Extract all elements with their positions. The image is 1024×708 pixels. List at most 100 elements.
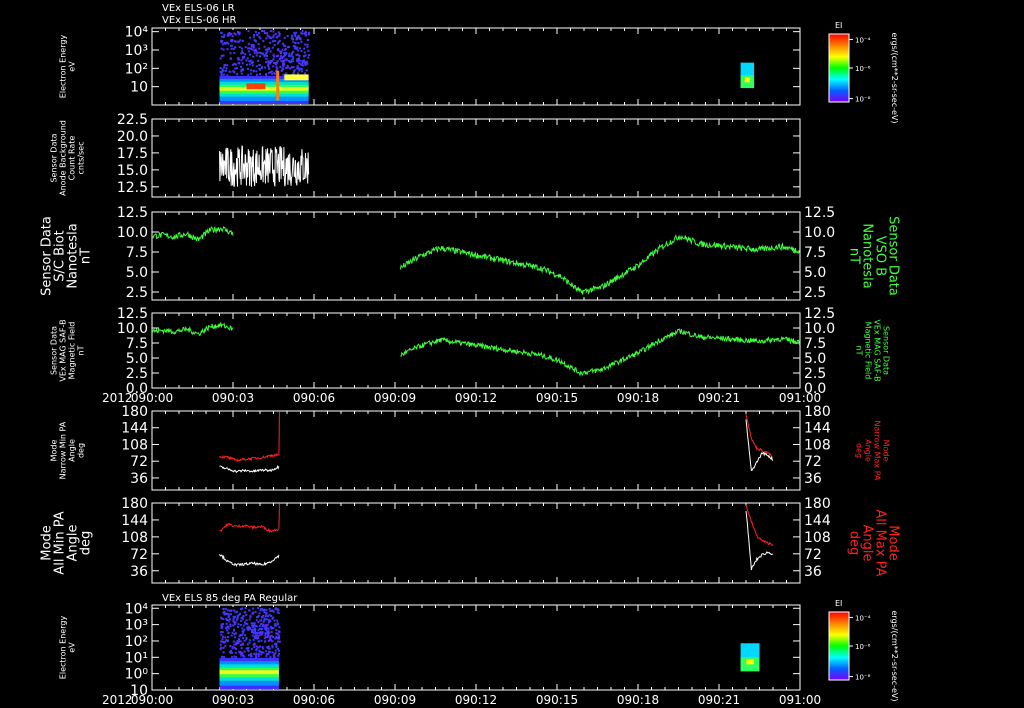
heatmap-pixel (246, 68, 249, 71)
heatmap-pixel (247, 628, 250, 631)
heatmap-pixel (258, 612, 261, 615)
heatmap-pixel (234, 651, 237, 654)
y-axis-label-right: Magnetic Field (864, 322, 873, 380)
heatmap-pixel (297, 49, 300, 52)
heatmap-pixel (267, 71, 270, 74)
heatmap-pixel (258, 55, 261, 58)
heatmap-pixel (308, 31, 311, 34)
heatmap-pixel (240, 616, 243, 619)
heatmap-pixel (263, 637, 266, 640)
heatmap-pixel (243, 55, 246, 58)
heatmap-pixel (238, 650, 241, 653)
heatmap-pixel (225, 622, 228, 625)
y-tick-label: 10.0 (117, 321, 148, 337)
heatmap-pixel (272, 610, 275, 613)
y-tick-label: 7.5 (126, 245, 148, 261)
heatmap-pixel (228, 620, 231, 623)
heatmap-pixel (237, 62, 240, 65)
y-axis-label: Mode (50, 440, 59, 462)
heatmap-pixel (266, 646, 269, 649)
heatmap-pixel (219, 57, 222, 60)
heatmap-pixel (220, 72, 223, 75)
heatmap-pixel (253, 645, 256, 648)
heatmap-pixel (253, 52, 256, 55)
heatmap-pixel (229, 609, 232, 612)
heatmap-pixel (222, 54, 225, 57)
y-tick-label-right: 108 (804, 437, 831, 453)
y-tick-label: 10³ (125, 618, 148, 634)
heatmap-pixel (278, 640, 281, 643)
heatmap-pixel (245, 647, 248, 650)
heatmap-pixel (268, 647, 271, 650)
heatmap-pixel (234, 46, 237, 49)
y-tick-label-right: 180 (804, 404, 831, 420)
y-axis-label: Magnetic Field (68, 322, 77, 380)
heatmap-pixel (285, 58, 288, 61)
heatmap-pixel (221, 638, 224, 641)
x-tick-label: 090:00 (131, 693, 173, 707)
y-axis-label-right: Angle (864, 439, 873, 462)
heatmap-pixel (271, 72, 274, 75)
heatmap-pixel (303, 62, 306, 65)
heatmap-pixel (249, 655, 252, 658)
heatmap-pixel (289, 67, 292, 70)
y-axis-label: Electron Energy (59, 616, 68, 680)
heatmap-pixel (267, 64, 270, 67)
y-tick-label: 10 (130, 80, 148, 96)
heatmap-pixel (271, 644, 274, 647)
heatmap-pixel (291, 60, 294, 63)
heatmap-pixel (223, 34, 226, 37)
heatmap-pixel (250, 61, 253, 64)
x-tick-label: 090:21 (698, 391, 740, 405)
heatmap-pixel (247, 50, 250, 53)
colorbar-tick-label: 10⁻⁸ (855, 674, 871, 682)
heatmap-pixel (269, 50, 272, 53)
colorbar-label: EI (835, 599, 842, 608)
heatmap-pixel (240, 647, 243, 650)
heatmap-pixel (235, 67, 238, 70)
y-axis-label: eV (68, 61, 77, 72)
heatmap-pixel (261, 616, 264, 619)
heatmap-pixel (260, 631, 263, 634)
y-axis-label: Electron Energy (59, 35, 68, 99)
colorbar-tick-label: 10⁻⁶ (855, 643, 871, 651)
heatmap-pixel (234, 636, 237, 639)
heatmap-pixel (265, 74, 268, 77)
heatmap-pixel (255, 652, 258, 655)
heatmap-pixel (292, 40, 295, 43)
heatmap-pixel (241, 47, 244, 50)
heatmap-pixel (240, 634, 243, 637)
heatmap-pixel (267, 35, 270, 38)
y-tick-label-right: 10.0 (804, 225, 835, 241)
heatmap-pixel (231, 651, 234, 654)
heatmap-pixel (282, 62, 285, 65)
heatmap-pixel (285, 72, 288, 75)
heatmap-pixel (233, 621, 236, 624)
heatmap-pixel (305, 60, 308, 63)
heatmap-pixel (260, 66, 263, 69)
y-tick-label: 108 (121, 437, 148, 453)
heatmap-pixel (298, 47, 301, 50)
panel-frame (151, 410, 801, 491)
y-tick-label-right: 36 (804, 564, 822, 580)
heatmap-pixel (274, 637, 277, 640)
heatmap-pixel (229, 645, 232, 648)
heatmap-pixel (274, 608, 277, 611)
heatmap-pixel (248, 63, 251, 66)
heatmap-pixel (249, 614, 252, 617)
heatmap-pixel (278, 652, 281, 655)
heatmap-pixel (304, 43, 307, 46)
heatmap-pixel (276, 619, 279, 622)
heatmap-pixel (294, 42, 297, 45)
heatmap-pixel (278, 32, 281, 35)
heatmap-pixel (270, 609, 273, 612)
y-tick-label: 36 (130, 564, 148, 580)
heatmap-pixel (220, 625, 223, 628)
heatmap-pixel (235, 618, 238, 621)
heatmap-pixel (222, 48, 225, 51)
y-tick-label-right: 144 (804, 421, 831, 437)
heatmap-pixel (300, 40, 303, 43)
heatmap-pixel (279, 52, 282, 55)
series-line (745, 505, 774, 547)
heatmap-pixel (303, 51, 306, 54)
